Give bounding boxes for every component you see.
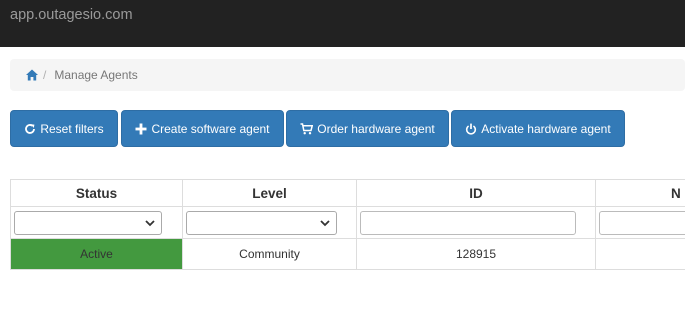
activate-hardware-agent-button[interactable]: Activate hardware agent bbox=[451, 110, 625, 147]
chevron-down-icon bbox=[320, 219, 330, 226]
order-hardware-agent-label: Order hardware agent bbox=[317, 121, 435, 136]
plus-icon bbox=[135, 123, 147, 134]
agents-table: Status Level ID N Active Community 12891… bbox=[10, 179, 685, 270]
id-filter-cell bbox=[356, 206, 596, 239]
cart-icon bbox=[300, 122, 314, 134]
activate-hardware-agent-label: Activate hardware agent bbox=[481, 121, 611, 136]
column-header-name[interactable]: N bbox=[595, 179, 685, 207]
id-cell: 128915 bbox=[356, 238, 596, 270]
chevron-down-icon bbox=[145, 219, 155, 226]
level-filter-select[interactable] bbox=[186, 210, 337, 235]
url-text[interactable]: app.outagesio.com bbox=[10, 7, 133, 23]
create-software-agent-button[interactable]: Create software agent bbox=[121, 110, 284, 147]
status-filter-cell bbox=[10, 206, 183, 239]
level-filter-cell bbox=[182, 206, 357, 239]
create-software-agent-label: Create software agent bbox=[151, 121, 270, 136]
name-filter-cell bbox=[595, 206, 685, 239]
status-cell: Active bbox=[10, 238, 183, 270]
id-filter-input[interactable] bbox=[360, 210, 576, 235]
table-row[interactable]: Active Community 128915 bbox=[10, 238, 685, 270]
breadcrumb-separator: / bbox=[43, 68, 47, 82]
reset-filters-button[interactable]: Reset filters bbox=[10, 110, 118, 147]
column-header-id[interactable]: ID bbox=[356, 179, 596, 207]
status-filter-select[interactable] bbox=[14, 210, 162, 235]
column-header-level[interactable]: Level bbox=[182, 179, 357, 207]
breadcrumb: / Manage Agents bbox=[10, 59, 685, 91]
breadcrumb-current: Manage Agents bbox=[54, 68, 138, 82]
home-icon[interactable] bbox=[25, 68, 39, 82]
order-hardware-agent-button[interactable]: Order hardware agent bbox=[286, 110, 449, 147]
refresh-icon bbox=[25, 123, 36, 134]
column-header-status[interactable]: Status bbox=[10, 179, 183, 207]
name-cell bbox=[595, 238, 685, 270]
level-cell: Community bbox=[182, 238, 357, 270]
reset-filters-label: Reset filters bbox=[40, 121, 104, 136]
power-icon bbox=[466, 123, 477, 135]
browser-top-bar: app.outagesio.com bbox=[0, 0, 685, 47]
name-filter-input[interactable] bbox=[599, 210, 685, 235]
